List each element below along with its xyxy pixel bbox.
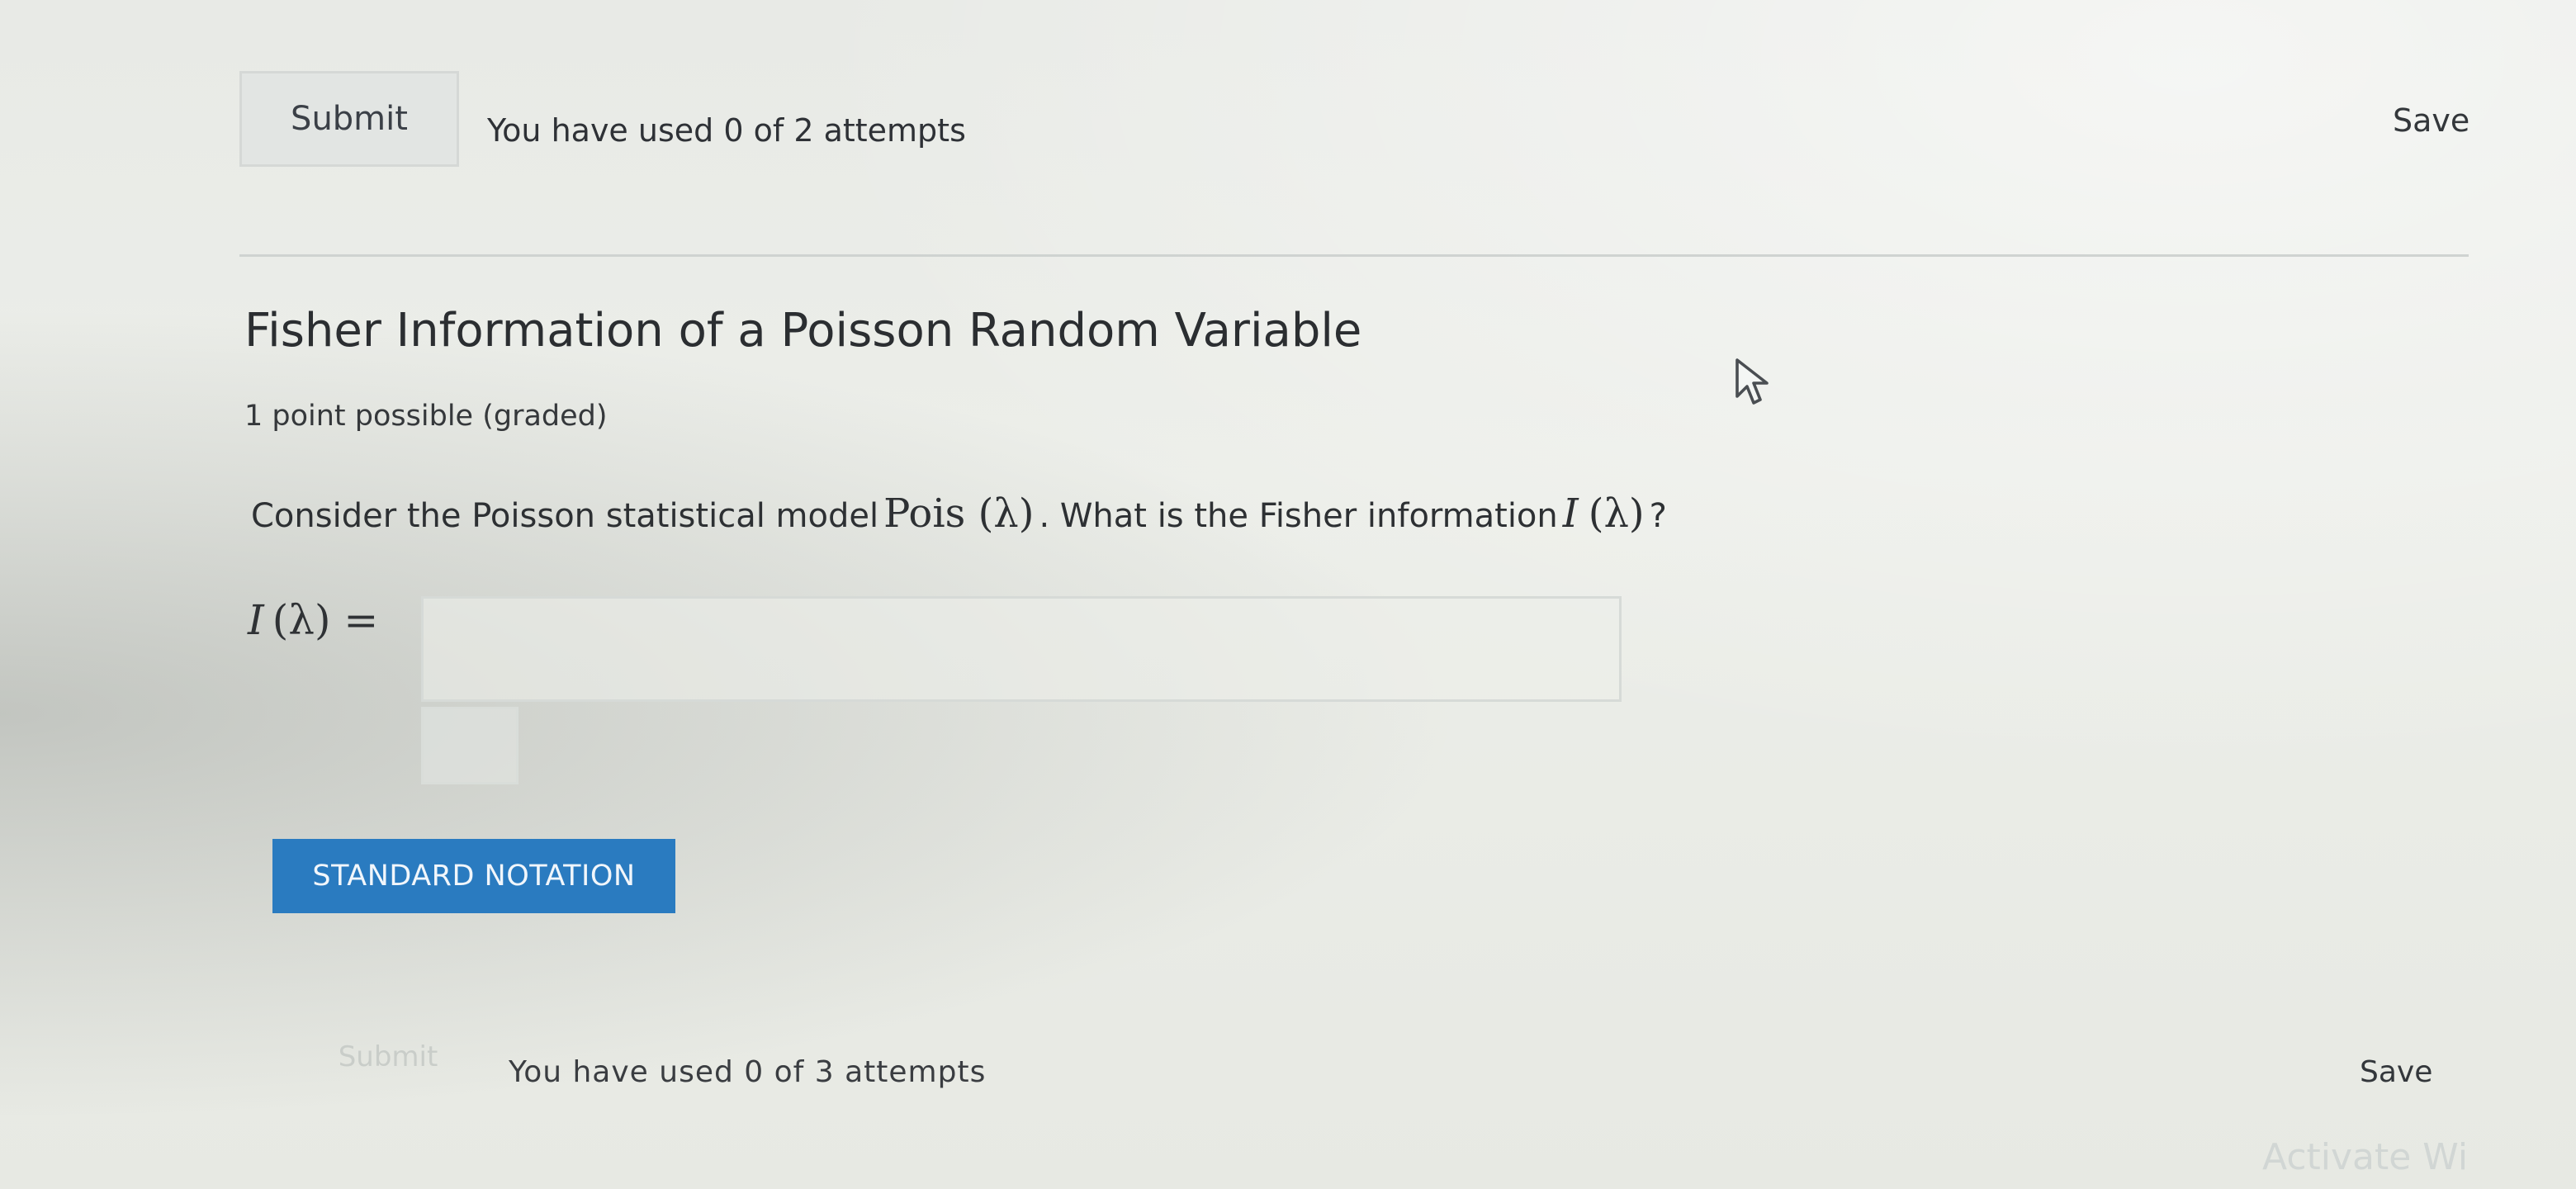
question-suffix: ? — [1649, 497, 1667, 535]
question-middle: . What is the Fisher information — [1039, 497, 1558, 535]
fisher-info-symbol: I — [1562, 490, 1579, 537]
activate-windows-watermark: Activate Wi — [2262, 1136, 2469, 1178]
points-possible: 1 point possible (graded) — [244, 400, 608, 433]
attempts-counter: You have used 0 of 2 attempts — [487, 112, 966, 149]
submit-button[interactable]: Submit — [239, 71, 459, 167]
answer-label-symbol: I — [248, 596, 264, 644]
attempts-counter-bottom: You have used 0 of 3 attempts — [509, 1055, 987, 1089]
section-divider — [239, 254, 2469, 257]
problem-title: Fisher Information of a Poisson Random V… — [244, 304, 1362, 358]
save-button-bottom[interactable]: Save — [2360, 1055, 2432, 1089]
answer-label: I (λ) = — [248, 596, 378, 644]
answer-preview — [421, 707, 519, 784]
standard-notation-button[interactable]: STANDARD NOTATION — [272, 839, 675, 913]
fisher-info-arg: (λ) — [1588, 490, 1645, 537]
save-button[interactable]: Save — [2393, 102, 2469, 139]
poisson-model-math: Pois (λ) — [883, 490, 1035, 537]
question-text: Consider the Poisson statistical model P… — [251, 490, 1667, 537]
mouse-pointer-icon — [1735, 358, 1769, 405]
submit-button-disabled[interactable]: Submit — [314, 1032, 462, 1082]
question-prefix: Consider the Poisson statistical model — [251, 497, 879, 535]
answer-input[interactable] — [421, 596, 1622, 702]
answer-label-rest: (λ) = — [272, 596, 379, 644]
